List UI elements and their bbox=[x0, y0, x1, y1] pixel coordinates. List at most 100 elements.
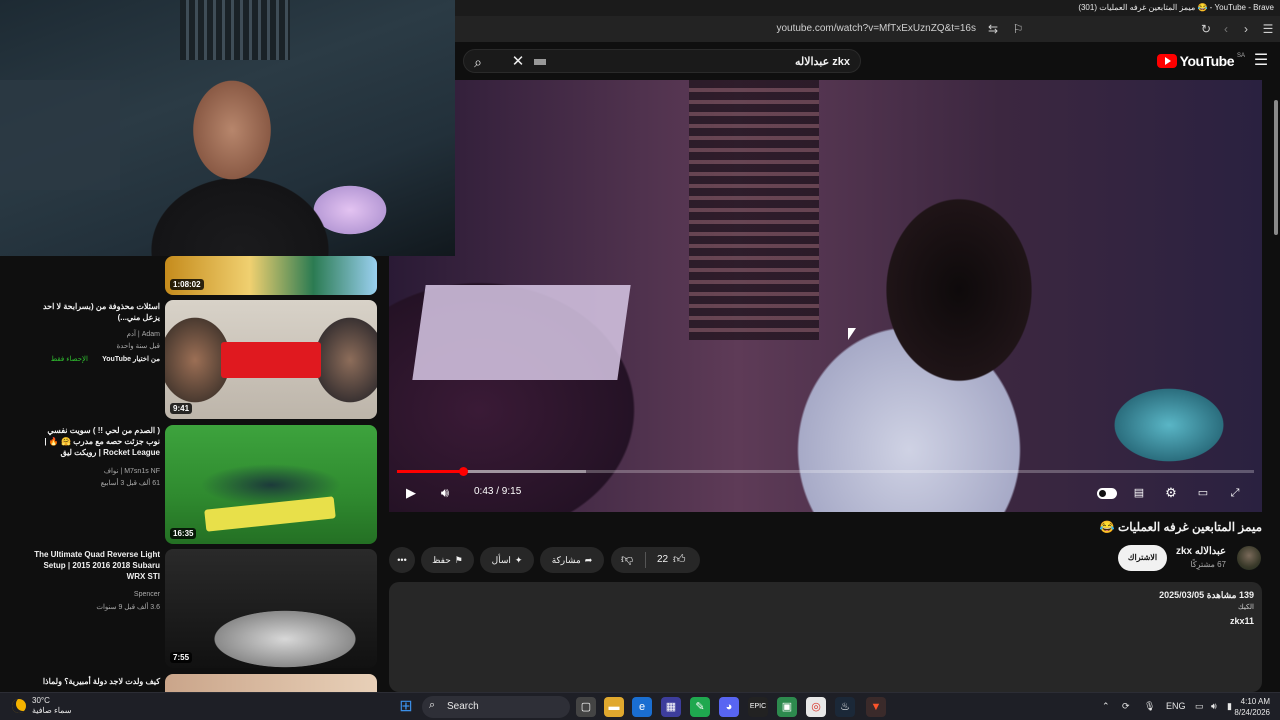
settings-gear-icon[interactable]: ⚙ bbox=[1161, 483, 1181, 503]
back-icon[interactable]: ‹ bbox=[1218, 21, 1234, 37]
thumbnail-text-plate bbox=[204, 496, 336, 532]
recommendation-title[interactable]: كيف ولدت لاجد دولة أمبيرية؟ ولماذا bbox=[32, 676, 160, 687]
facecam-scene-stairs bbox=[180, 0, 290, 60]
subscribe-button[interactable]: الاشتراك bbox=[1118, 545, 1167, 571]
recommendations-panel: 1:08:02 9:41 اسئلات محذوفة من (بسرابحة ل… bbox=[28, 256, 388, 692]
recommendation-channel[interactable]: Adam | آدم bbox=[127, 330, 160, 338]
xbox-app-icon[interactable]: ▣ bbox=[777, 697, 797, 717]
store-icon[interactable]: ▦ bbox=[661, 697, 681, 717]
description-handle: zkx11 bbox=[1229, 616, 1254, 626]
channel-avatar[interactable] bbox=[1237, 546, 1261, 570]
microphone-icon[interactable]: 🎙︎ bbox=[1144, 701, 1155, 712]
taskbar-search-label: Search bbox=[447, 701, 479, 712]
dislike-icon[interactable]: 👎︎ bbox=[621, 552, 633, 567]
recommendation-thumbnail[interactable]: 16:35 bbox=[165, 425, 377, 544]
discord-icon[interactable]: ◕ bbox=[719, 697, 739, 717]
clear-search-icon[interactable]: ✕ bbox=[508, 52, 528, 72]
speaker-icon[interactable]: 🔊︎ bbox=[1211, 701, 1217, 712]
save-button[interactable]: حفظ ⚑ bbox=[421, 547, 474, 573]
recommendation-thumbnail[interactable]: 1:08:02 bbox=[165, 256, 377, 295]
channel-name[interactable]: عبدالاله zkx bbox=[1176, 546, 1226, 557]
taskbar-search[interactable]: ⌕ Search bbox=[422, 696, 570, 718]
display-icon[interactable]: ▭ bbox=[1195, 701, 1204, 712]
youtube-header: ⌕ ✕ عبدالاله zkx YouTube SA ☰ bbox=[455, 42, 1280, 80]
share-label: مشاركة bbox=[551, 554, 581, 565]
youtube-play-icon bbox=[1156, 54, 1177, 68]
youtube-country-code: SA bbox=[1236, 53, 1245, 59]
recommendation-title[interactable]: The Ultimate Quad Reverse Light Setup | … bbox=[32, 549, 160, 582]
share-arrow-icon: ➦ bbox=[584, 554, 593, 565]
video-player[interactable]: ▶ 🔊︎ 0:43 / 9:15 ▤ ⚙ ▭ ⤢ bbox=[389, 80, 1262, 512]
network-activity-icon[interactable]: ⟳ bbox=[1122, 701, 1130, 712]
address-bar: youtube.com/watch?v=MfTxExUznZQ&t=16s ⇆ … bbox=[455, 16, 1280, 42]
recommendation-meta: 3.6 ألف قبل 9 سنوات bbox=[96, 604, 160, 611]
description-stats: 139 مشاهدة 2025/03/05 bbox=[1159, 590, 1254, 600]
bookmark-icon[interactable]: ⚐ bbox=[1010, 21, 1026, 37]
url-field[interactable]: youtube.com/watch?v=MfTxExUznZQ&t=16s bbox=[776, 23, 976, 34]
search-box[interactable]: ⌕ ✕ عبدالاله zkx bbox=[463, 49, 861, 73]
recommendation-channel[interactable]: M7sn1s NF | نواف bbox=[104, 467, 160, 475]
search-input[interactable]: عبدالاله zkx bbox=[795, 55, 850, 68]
recommendation-channel[interactable]: Spencer bbox=[134, 591, 160, 598]
autoplay-toggle[interactable] bbox=[1097, 488, 1117, 499]
epic-games-icon[interactable]: EPIC bbox=[748, 697, 768, 717]
theater-mode-icon[interactable]: ▭ bbox=[1193, 483, 1213, 503]
youtube-logo[interactable]: YouTube SA bbox=[1156, 53, 1245, 69]
recommendation-meta: قبل سنة واحدة bbox=[116, 343, 160, 350]
recommendation-title[interactable]: ( الصدم من لحي !! ) سويت نفسي نوب جزئت ح… bbox=[32, 425, 160, 458]
share-page-icon[interactable]: ⇆ bbox=[985, 21, 1001, 37]
more-icon: ••• bbox=[397, 555, 407, 565]
video-duration: 7:55 bbox=[170, 652, 193, 663]
ask-label: اسأل bbox=[491, 554, 511, 565]
battery-icon[interactable]: ▮ bbox=[1227, 701, 1232, 712]
description-box[interactable]: 139 مشاهدة 2025/03/05 الكيك zkx11 bbox=[389, 582, 1262, 692]
window-title: (301) ميمز المتابعين غرفه العمليات 😂 - Y… bbox=[1078, 3, 1274, 12]
chrome-icon[interactable]: ◎ bbox=[806, 697, 826, 717]
windows-taskbar: 30°C سماء صافية ⊞ ⌕ Search ▢ ▬ e ▦ ✎ ◕ E… bbox=[0, 692, 1280, 720]
clock-date: 8/24/2026 bbox=[1234, 708, 1270, 717]
screen: (301) ميمز المتابعين غرفه العمليات 😂 - Y… bbox=[0, 0, 1280, 720]
forward-icon[interactable]: › bbox=[1238, 21, 1254, 37]
recommendation-thumbnail[interactable]: 9:41 bbox=[165, 300, 377, 419]
file-explorer-icon[interactable]: ▬ bbox=[604, 697, 624, 717]
scrollbar-thumb[interactable] bbox=[1274, 100, 1278, 235]
subtitles-icon[interactable]: ▤ bbox=[1129, 483, 1149, 503]
search-icon[interactable]: ⌕ bbox=[468, 52, 488, 72]
video-scene-table bbox=[412, 285, 631, 380]
fullscreen-icon[interactable]: ⤢ bbox=[1225, 483, 1245, 503]
facecam-overlay bbox=[0, 0, 455, 256]
edge-browser-icon[interactable]: e bbox=[632, 697, 652, 717]
text-cursor bbox=[534, 59, 546, 65]
recommendation-thumbnail[interactable]: 7:55 bbox=[165, 549, 377, 668]
youtube-logo-text: YouTube bbox=[1179, 53, 1235, 69]
steam-icon[interactable]: ♨ bbox=[835, 697, 855, 717]
guide-menu-icon[interactable]: ☰ bbox=[1252, 52, 1270, 70]
play-icon[interactable]: ▶ bbox=[401, 483, 421, 503]
ask-button[interactable]: اسأل ✦ bbox=[480, 547, 534, 573]
like-dislike-group: 👎︎ 22 👍︎ bbox=[611, 547, 700, 573]
task-view-icon[interactable]: ▢ bbox=[576, 697, 596, 717]
messaging-app-icon[interactable]: ✎ bbox=[690, 697, 710, 717]
time-display: 0:43 / 9:15 bbox=[474, 486, 522, 497]
language-indicator[interactable]: ENG bbox=[1166, 701, 1186, 711]
volume-icon[interactable]: 🔊︎ bbox=[435, 483, 455, 503]
recommendation-title[interactable]: اسئلات محذوفة من (بسرابحة لا احد يزعل من… bbox=[32, 301, 160, 323]
channel-subscribers: 67 مشترِكًا bbox=[1190, 560, 1226, 569]
like-icon[interactable]: 👍︎ bbox=[673, 552, 686, 567]
progress-bar[interactable] bbox=[397, 467, 1254, 476]
reload-icon[interactable]: ↻ bbox=[1198, 21, 1214, 37]
tray-overflow-icon[interactable]: ⌃ bbox=[1102, 701, 1110, 712]
more-actions-button[interactable]: ••• bbox=[389, 547, 415, 573]
taskbar-clock[interactable]: 4:10 AM 8/24/2026 bbox=[1234, 696, 1270, 718]
page-scrollbar[interactable] bbox=[1272, 80, 1280, 692]
brave-browser-icon[interactable]: ▼ bbox=[866, 697, 886, 717]
mouse-cursor bbox=[848, 328, 856, 340]
progress-scrubber[interactable] bbox=[458, 467, 468, 476]
share-button[interactable]: مشاركة ➦ bbox=[540, 547, 604, 573]
weather-widget[interactable]: 30°C سماء صافية bbox=[12, 696, 72, 716]
like-divider bbox=[645, 552, 646, 568]
search-icon: ⌕ bbox=[429, 699, 436, 711]
menu-icon[interactable]: ☰ bbox=[1260, 21, 1276, 37]
recommendation-thumbnail[interactable] bbox=[165, 674, 377, 692]
windows-start-icon[interactable]: ⊞ bbox=[396, 697, 416, 717]
